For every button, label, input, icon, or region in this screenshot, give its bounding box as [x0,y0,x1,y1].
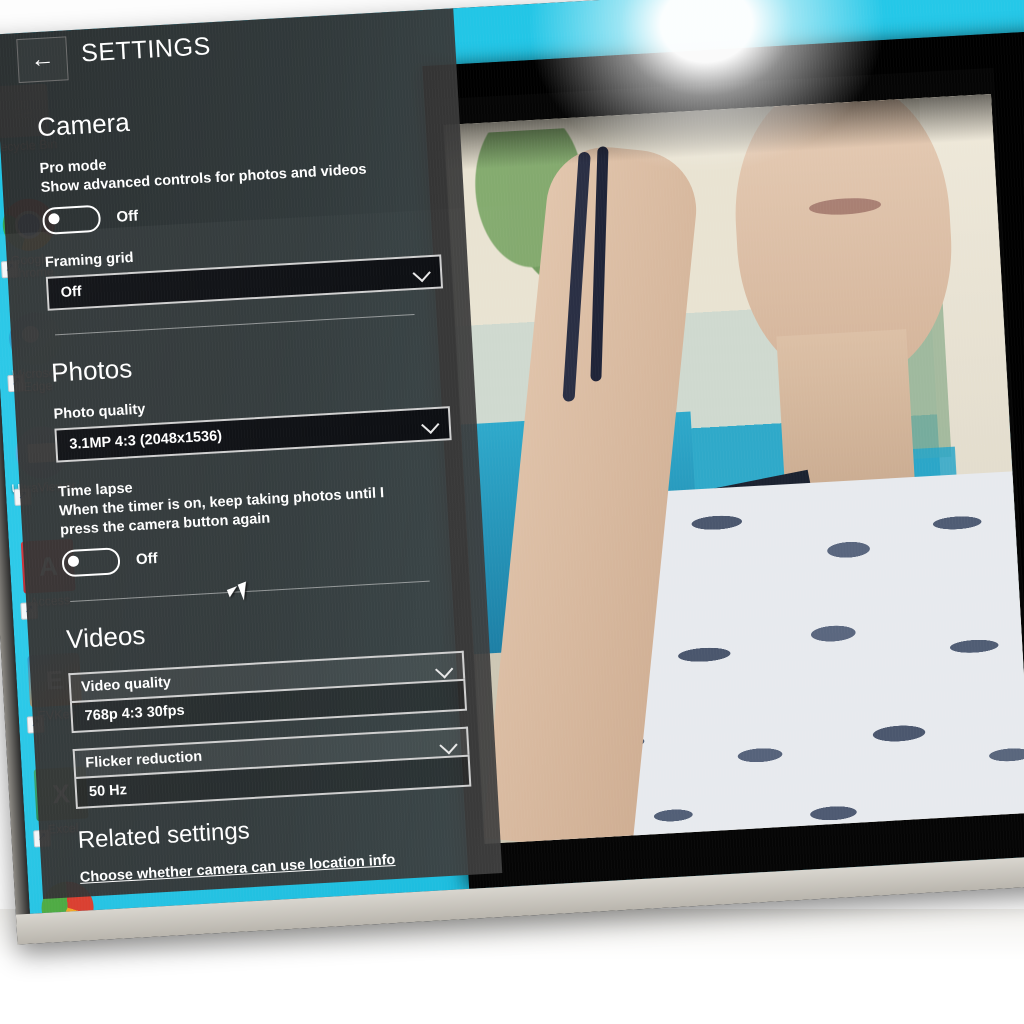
framing-grid-value: Off [60,283,83,302]
location-info-link[interactable]: Choose whether camera can use location i… [79,852,395,886]
chevron-down-icon [439,736,458,755]
time-lapse-toggle[interactable] [61,547,121,578]
flicker-reduction-label: Flicker reduction [84,748,203,772]
toggle-knob [67,555,80,568]
screenshot-stage: ♲ Recycle Bin ↗ Google Chrome ↗ Microsof… [0,0,1024,1024]
flicker-reduction-value: 50 Hz [88,782,128,801]
pro-mode-toggle-state: Off [116,207,139,226]
photo-quality-value: 3.1MP 4:3 (2048x1536) [68,428,223,453]
settings-body: Camera Pro mode Show advanced controls f… [0,88,502,889]
section-divider [55,314,415,336]
video-quality-value: 768p 4:3 30fps [84,702,186,725]
arrow-left-icon: ← [29,45,56,74]
time-lapse-toggle-state: Off [135,549,159,569]
chevron-down-icon [412,263,431,283]
pro-mode-toggle[interactable] [41,204,102,235]
camera-live-preview [443,93,1024,844]
section-heading-photos: Photos [50,353,133,388]
chevron-down-icon [421,415,440,434]
camera-app-window [422,28,1024,889]
monitor: ♲ Recycle Bin ↗ Google Chrome ↗ Microsof… [0,0,1024,945]
chevron-down-icon [435,660,454,679]
camera-app-titlebar [422,28,1024,101]
video-quality-select[interactable]: Video quality 768p 4:3 30fps [68,650,468,734]
flicker-reduction-select[interactable]: Flicker reduction 50 Hz [72,726,472,810]
page-title: SETTINGS [80,32,212,68]
back-button[interactable]: ← [16,36,69,84]
windows-desktop[interactable]: ♲ Recycle Bin ↗ Google Chrome ↗ Microsof… [0,0,1024,914]
section-heading-videos: Videos [65,619,147,655]
video-quality-label: Video quality [80,674,172,696]
section-heading-related: Related settings [77,817,251,854]
toggle-knob [48,213,60,225]
section-heading-camera: Camera [36,106,131,143]
camera-settings-panel: ← SETTINGS Camera Pro mode Show advanced… [0,8,503,900]
